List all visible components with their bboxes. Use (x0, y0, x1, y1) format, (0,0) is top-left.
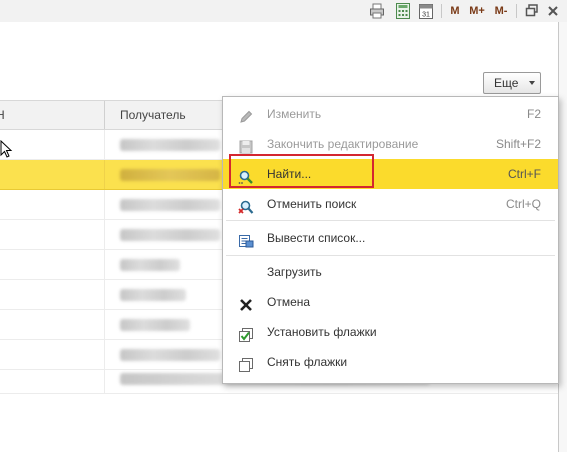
more-button-label: Еще (494, 76, 519, 90)
menu-item-shortcut: Shift+F2 (495, 137, 541, 151)
cell-divider (104, 190, 105, 219)
column-header-number[interactable]: Н (0, 101, 5, 129)
menu-item-label: Загрузить (267, 265, 322, 279)
menu-item-label: Снять флажки (267, 355, 348, 369)
column-header-recipient[interactable]: Получатель (120, 101, 186, 129)
menu-item-label: Закончить редактирование (267, 137, 419, 151)
menu-item-check-all[interactable]: Установить флажки (223, 317, 558, 347)
memory-button[interactable]: M (448, 3, 462, 19)
menu-item-find[interactable]: Найти... Ctrl+F (223, 159, 558, 189)
menu-item-label: Отменить поиск (267, 197, 357, 211)
close-window-icon[interactable] (546, 4, 560, 18)
restore-window-icon[interactable] (525, 4, 539, 18)
more-button[interactable]: Еще (483, 72, 541, 94)
memory-plus-button[interactable]: M+ (466, 3, 488, 19)
scrollbar[interactable] (559, 22, 567, 452)
blurred-cell (120, 259, 180, 271)
cell-divider (104, 310, 105, 339)
svg-text:31: 31 (422, 12, 430, 19)
blurred-cell (120, 319, 190, 331)
menu-item-shortcut: F2 (526, 107, 541, 121)
close-icon (238, 294, 254, 311)
menu-item-label: Найти... (267, 167, 312, 181)
blurred-cell (120, 169, 220, 181)
calendar-icon[interactable]: 31 (419, 3, 433, 19)
menu-separator (226, 220, 555, 221)
menu-item-cancel-search[interactable]: Отменить поиск Ctrl+Q (223, 189, 558, 219)
print-icon[interactable] (369, 3, 385, 19)
save-icon (238, 136, 254, 154)
menu-item-cancel[interactable]: Отмена (223, 287, 558, 317)
menu-item-output-list[interactable]: Вывести список... (223, 223, 558, 253)
menu-item-edit[interactable]: Изменить F2 (223, 99, 558, 129)
toolbar-separator (516, 4, 517, 18)
uncheck-all-icon (238, 354, 254, 372)
menu-item-shortcut: Ctrl+F (508, 167, 541, 181)
toolbar-separator (441, 4, 442, 18)
cancel-search-icon (238, 196, 254, 214)
menu-item-shortcut: Ctrl+Q (505, 197, 541, 211)
blurred-cell (120, 349, 220, 361)
menu-item-label: Вывести список... (267, 231, 366, 245)
blurred-cell (120, 289, 186, 301)
print-list-icon (238, 230, 254, 248)
menu-item-label: Установить флажки (267, 325, 377, 339)
menu-item-finish-editing[interactable]: Закончить редактирование Shift+F2 (223, 129, 558, 159)
menu-item-uncheck-all[interactable]: Снять флажки (223, 347, 558, 377)
blurred-cell (120, 139, 220, 151)
more-actions-menu: Изменить F2 Закончить редактирование Shi… (222, 96, 559, 384)
menu-item-label: Изменить (267, 107, 322, 121)
cell-divider (104, 280, 105, 309)
blurred-cell (120, 199, 220, 211)
menu-item-label: Отмена (267, 295, 311, 309)
check-all-icon (238, 324, 254, 342)
blurred-cell (120, 229, 220, 241)
search-icon (238, 166, 254, 184)
cell-divider (104, 130, 105, 159)
cell-divider (104, 364, 105, 393)
memory-minus-button[interactable]: M- (490, 3, 512, 19)
cell-divider (104, 160, 105, 189)
column-divider[interactable] (104, 101, 105, 129)
cell-divider (104, 250, 105, 279)
calculator-icon[interactable] (396, 3, 410, 19)
mouse-cursor-icon (0, 139, 14, 160)
cell-divider (104, 220, 105, 249)
chevron-down-icon (529, 81, 535, 85)
menu-separator (226, 255, 555, 256)
window-toolbar: 31 M M+ M- (0, 0, 567, 23)
menu-item-load[interactable]: Загрузить (223, 257, 558, 287)
pencil-icon (238, 106, 254, 123)
